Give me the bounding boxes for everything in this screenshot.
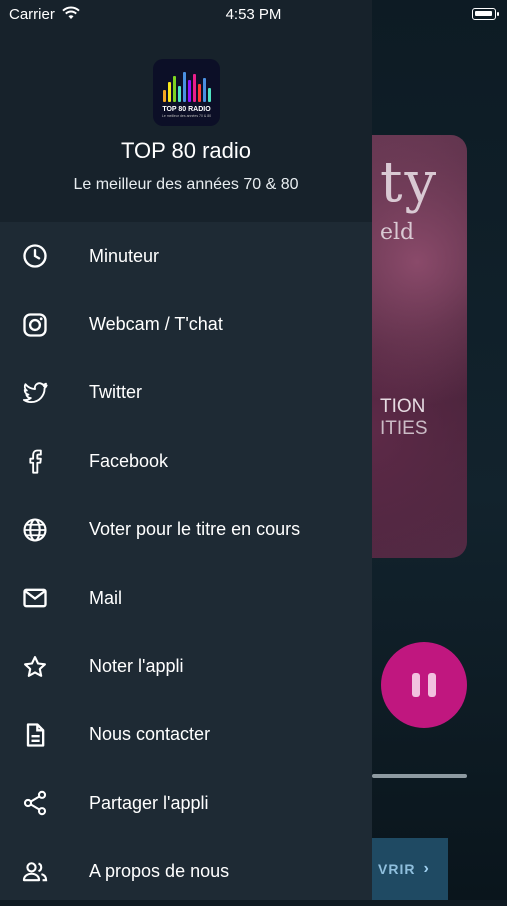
menu-item-label: Partager l'appli xyxy=(89,792,209,813)
menu-item-minuteur[interactable]: Minuteur xyxy=(0,222,372,290)
twitter-icon xyxy=(20,378,50,408)
star-icon xyxy=(20,652,50,682)
menu-item-contact[interactable]: Nous contacter xyxy=(0,701,372,769)
navigation-drawer: TOP 80 RADIO Le meilleur des années 70 &… xyxy=(0,0,372,900)
document-icon xyxy=(20,720,50,750)
open-button-label: VRIR xyxy=(378,861,416,877)
progress-bar[interactable] xyxy=(372,774,467,778)
pause-icon xyxy=(412,673,420,697)
pause-button[interactable] xyxy=(381,642,467,728)
drawer-menu: Minuteur Webcam / T'chat Twitter Faceboo… xyxy=(0,222,372,906)
facebook-icon xyxy=(20,446,50,476)
menu-item-label: Voter pour le titre en cours xyxy=(89,519,301,540)
app-logo: TOP 80 RADIO Le meilleur des années 70 &… xyxy=(153,59,220,126)
status-bar: Carrier 4:53 PM xyxy=(0,0,507,30)
drawer-header: TOP 80 RADIO Le meilleur des années 70 &… xyxy=(0,0,372,222)
menu-item-label: Nous contacter xyxy=(89,724,211,745)
menu-item-label: Noter l'appli xyxy=(89,656,184,677)
mail-icon xyxy=(20,583,50,613)
globe-icon xyxy=(20,515,50,545)
logo-text: TOP 80 RADIO xyxy=(162,105,211,113)
menu-item-about[interactable]: A propos de nous xyxy=(0,838,372,906)
menu-item-facebook[interactable]: Facebook xyxy=(0,427,372,495)
album-cover-text: ITIES xyxy=(380,418,428,439)
menu-item-label: Twitter xyxy=(89,382,143,403)
battery-icon xyxy=(472,8,499,20)
equalizer-icon xyxy=(162,71,211,102)
menu-item-rate[interactable]: Noter l'appli xyxy=(0,632,372,700)
menu-item-mail[interactable]: Mail xyxy=(0,564,372,632)
clock-icon xyxy=(20,241,50,271)
people-icon xyxy=(20,857,50,887)
menu-item-label: Webcam / T'chat xyxy=(89,314,223,335)
open-button[interactable]: VRIR › xyxy=(372,838,448,900)
menu-item-twitter[interactable]: Twitter xyxy=(0,359,372,427)
menu-item-label: Minuteur xyxy=(89,245,160,266)
menu-item-vote[interactable]: Voter pour le titre en cours xyxy=(0,496,372,564)
share-icon xyxy=(20,788,50,818)
clock-time: 4:53 PM xyxy=(225,6,282,23)
instagram-icon xyxy=(20,310,50,340)
app-title: TOP 80 radio xyxy=(120,138,252,163)
menu-item-webcam[interactable]: Webcam / T'chat xyxy=(0,290,372,358)
logo-tagline: Le meilleur des années 70 & 80 xyxy=(161,113,212,118)
menu-item-share[interactable]: Partager l'appli xyxy=(0,769,372,837)
album-cover-text: ty xyxy=(380,150,439,215)
menu-item-label: A propos de nous xyxy=(89,861,230,882)
menu-item-label: Mail xyxy=(89,587,123,608)
chevron-right-icon: › xyxy=(423,860,430,877)
menu-item-label: Facebook xyxy=(89,450,169,471)
album-cover-text: TION xyxy=(380,396,426,417)
album-cover-text: eld xyxy=(380,220,415,245)
app-subtitle: Le meilleur des années 70 & 80 xyxy=(73,176,299,193)
